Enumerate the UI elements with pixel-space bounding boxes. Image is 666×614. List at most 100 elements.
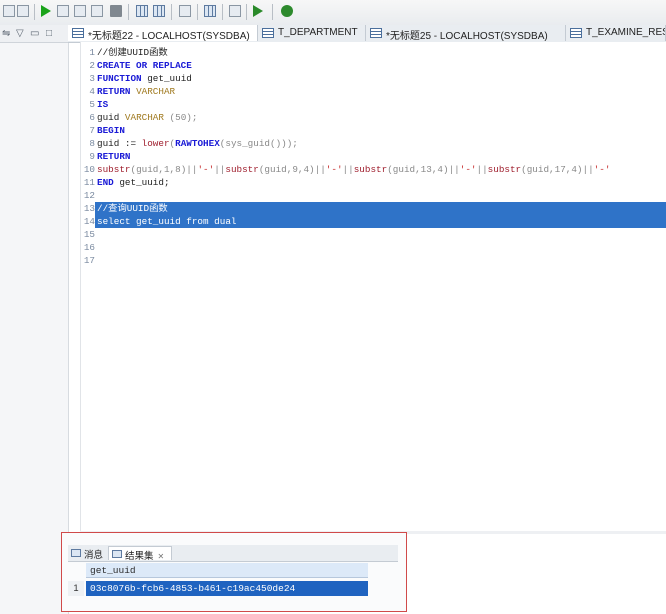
result-cell[interactable]: 03c8076b-fcb6-4853-b461-c19ac450de24	[86, 581, 368, 596]
table-icon	[262, 28, 274, 38]
tab-label: T_DEPARTMENT	[278, 27, 358, 38]
code-token: ||	[342, 164, 354, 175]
code-token: (guid,13,4)||	[387, 164, 460, 175]
code-line[interactable]: 12	[81, 189, 666, 202]
code-line[interactable]: 7 BEGIN	[81, 124, 666, 137]
code-line[interactable]: 2 CREATE OR REPLACE	[81, 59, 666, 72]
tab-result-set[interactable]: 结果集 ✕	[108, 546, 172, 562]
code-line[interactable]: 9 RETURN	[81, 150, 666, 163]
code-line[interactable]: 3 FUNCTION get_uuid	[81, 72, 666, 85]
code-token: IS	[97, 99, 109, 110]
tab-label: 结果集	[125, 551, 154, 562]
line-number: 10	[83, 164, 95, 175]
code-token: substr	[353, 164, 388, 175]
result-tab-bar: 消息 结果集 ✕	[68, 545, 398, 562]
code-token: '-'	[325, 164, 343, 175]
line-number: 12	[83, 190, 95, 201]
line-number: 6	[89, 112, 95, 123]
code-line[interactable]: 1//创建UUID函数	[81, 46, 666, 59]
row-number: 1	[68, 581, 84, 596]
toolbar-separator	[246, 4, 247, 20]
refresh-icon[interactable]	[229, 5, 241, 17]
save-icon[interactable]	[3, 5, 15, 17]
line-number: 4	[89, 86, 95, 97]
code-token: guid :=	[97, 138, 142, 149]
code-token: END	[97, 177, 114, 188]
format-icon[interactable]	[91, 5, 103, 17]
rollback-icon[interactable]	[153, 5, 165, 17]
sql-file-icon	[72, 28, 84, 38]
code-token: RETURN	[97, 86, 131, 97]
code-line[interactable]: 6 guid VARCHAR (50);	[81, 111, 666, 124]
code-line[interactable]: 16	[81, 241, 666, 254]
code-token: substr	[225, 164, 259, 175]
line-number: 9	[89, 151, 95, 162]
tab-t-examine-result[interactable]: T_EXAMINE_RESULT	[566, 25, 666, 41]
line-number: 1	[89, 47, 95, 58]
code-line[interactable]: 17	[81, 254, 666, 267]
run-selected-icon[interactable]	[57, 5, 69, 17]
column-header[interactable]: get_uuid	[86, 563, 368, 578]
code-token: substr	[97, 164, 131, 175]
line-number: 17	[83, 255, 95, 266]
tab-messages[interactable]: 消息	[68, 546, 106, 561]
code-line[interactable]: 11 END get_uuid;	[81, 176, 666, 189]
code-token: lower	[141, 138, 170, 149]
toolbar-separator	[128, 4, 129, 20]
code-token: //创建UUID函数	[97, 47, 168, 58]
line-number: 2	[89, 60, 95, 71]
panel-menu-icon[interactable]: ▽	[16, 28, 24, 39]
sql-editor[interactable]: 1//创建UUID函数 2 CREATE OR REPLACE 3 FUNCTION g…	[80, 42, 666, 532]
tab-label: 消息	[84, 550, 104, 561]
minimize-icon[interactable]: ▭	[30, 28, 39, 39]
code-token: //查询UUID函数	[97, 203, 168, 214]
commit-icon[interactable]	[136, 5, 148, 17]
line-number: 5	[89, 99, 95, 110]
code-token: get_uuid;	[113, 177, 170, 188]
code-line[interactable]: 15	[81, 228, 666, 241]
tab-label: T_EXAMINE_RESULT	[586, 27, 665, 38]
message-icon	[71, 549, 81, 557]
code-token: '-'	[197, 164, 215, 175]
code-token: RAWTOHEX	[175, 138, 220, 149]
tab-untitled-22[interactable]: *无标题22 - LOCALHOST(SYSDBA)	[68, 25, 258, 41]
toolbar-separator	[272, 4, 273, 20]
code-token: substr	[487, 164, 522, 175]
code-token: guid	[97, 112, 125, 123]
tab-t-department[interactable]: T_DEPARTMENT	[258, 25, 366, 41]
code-token: FUNCTION	[97, 73, 142, 84]
maximize-icon[interactable]: □	[46, 28, 52, 39]
stop-icon[interactable]	[110, 5, 122, 17]
code-token: select get_uuid from dual	[97, 216, 237, 227]
code-token: (guid,1,8)||	[130, 164, 198, 175]
line-number: 8	[89, 138, 95, 149]
tab-untitled-25[interactable]: *无标题25 - LOCALHOST(SYSDBA)	[366, 25, 566, 41]
code-line[interactable]: 4 RETURN VARCHAR	[81, 85, 666, 98]
code-line[interactable]: 13//查询UUID函数	[81, 202, 666, 215]
copy-icon[interactable]	[17, 5, 29, 17]
close-icon[interactable]: ✕	[158, 552, 165, 561]
toolbar-separator	[197, 4, 198, 20]
history-icon[interactable]	[179, 5, 191, 17]
code-line[interactable]: 8 guid := lower(RAWTOHEX(sys_guid()));	[81, 137, 666, 150]
code-token: ||	[476, 164, 488, 175]
code-token: '-'	[459, 164, 477, 175]
line-number: 13	[81, 202, 95, 215]
code-token: BEGIN	[97, 125, 125, 136]
line-number: 15	[83, 229, 95, 240]
code-line[interactable]: 5 IS	[81, 98, 666, 111]
explain-icon[interactable]	[74, 5, 86, 17]
table-icon	[570, 28, 582, 38]
code-line[interactable]: 10 substr(guid,1,8)||'-'||substr(guid,9,4…	[81, 163, 666, 176]
grid-icon[interactable]	[204, 5, 216, 17]
step-icon[interactable]	[253, 5, 263, 17]
grid-icon	[112, 550, 122, 558]
line-number: 16	[83, 242, 95, 253]
line-number: 11	[83, 177, 95, 188]
run-icon[interactable]	[41, 5, 51, 17]
code-line[interactable]: 14 select get_uuid from dual	[81, 215, 666, 228]
line-number: 3	[89, 73, 95, 84]
code-token: get_uuid	[141, 73, 192, 84]
debug-icon[interactable]	[281, 5, 293, 17]
left-panel-header: ⇋ ▽ ▭ □	[0, 25, 68, 43]
